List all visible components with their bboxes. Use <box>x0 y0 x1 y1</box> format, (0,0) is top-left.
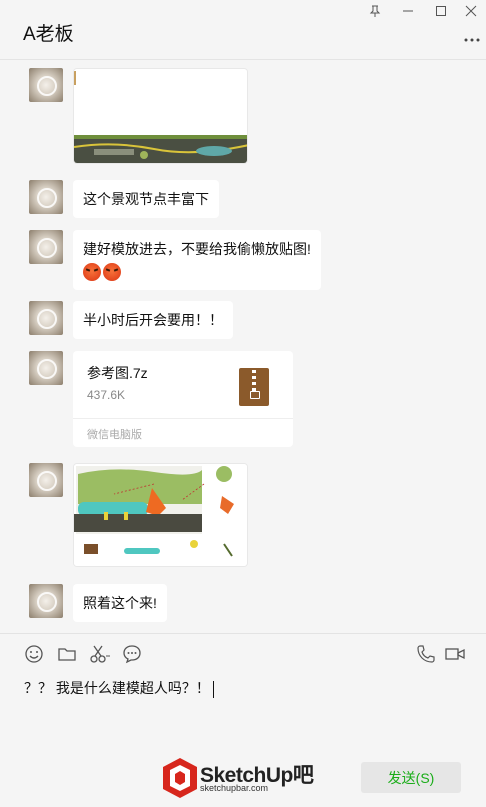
video-call-button[interactable] <box>444 644 466 664</box>
file-name: 参考图.7z <box>87 365 148 381</box>
text-message[interactable]: 建好模放进去，不要给我偷懒放贴图! <box>73 230 321 290</box>
video-icon <box>445 648 465 660</box>
message-input[interactable]: ？？ 我是什么建模超人吗？！ <box>24 678 214 698</box>
pin-icon <box>369 5 381 17</box>
text-caret <box>212 680 214 698</box>
avatar[interactable] <box>29 301 63 335</box>
message-text: 建好模放进去，不要给我偷懒放贴图! <box>83 241 311 257</box>
watermark: SketchUp吧 sketchupbar.com <box>162 755 330 801</box>
avatar[interactable] <box>29 351 63 385</box>
angry-face-icon <box>83 263 101 282</box>
emoji-icon <box>25 645 43 663</box>
emoji-row <box>83 260 311 282</box>
minimize-button[interactable] <box>397 2 419 20</box>
send-button[interactable]: 发送(S) <box>361 762 461 793</box>
screenshot-button[interactable] <box>89 644 111 664</box>
angry-face-icon <box>103 263 121 282</box>
avatar[interactable] <box>29 230 63 264</box>
file-size: 437.6K <box>87 388 126 402</box>
input-toolbar <box>0 633 486 673</box>
file-message[interactable]: 参考图.7z 437.6K 微信电脑版 <box>73 351 293 447</box>
zip-file-icon <box>239 368 269 406</box>
text-message[interactable]: 照着这个来! <box>73 584 167 622</box>
minimize-icon <box>403 10 413 12</box>
input-text: ？？ 我是什么建模超人吗？！ <box>24 680 210 696</box>
close-button[interactable] <box>460 2 482 20</box>
file-source: 微信电脑版 <box>87 429 142 441</box>
avatar[interactable] <box>29 463 63 497</box>
chat-title: A老板 <box>23 24 74 45</box>
image-message[interactable] <box>73 68 248 164</box>
chat-bubble-icon <box>123 645 141 664</box>
divider <box>73 418 293 419</box>
send-file-button[interactable] <box>57 644 79 664</box>
close-icon <box>465 5 477 17</box>
pin-button[interactable] <box>364 2 386 20</box>
avatar[interactable] <box>29 584 63 618</box>
emoji-button[interactable] <box>24 644 46 664</box>
image-message[interactable] <box>73 463 248 567</box>
text-message[interactable]: 半小时后开会要用！！ <box>73 301 233 339</box>
landscape-thumbnail <box>74 69 247 163</box>
sketchup-logo-icon <box>163 758 197 798</box>
scissors-icon <box>90 645 110 663</box>
avatar[interactable] <box>29 68 63 102</box>
more-icon <box>464 38 480 42</box>
chat-history-button[interactable] <box>122 644 144 664</box>
maximize-button[interactable] <box>430 2 452 20</box>
chat-history[interactable]: 这个景观节点丰富下 建好模放进去，不要给我偷懒放贴图! 半小时后开会要用！！ 参… <box>0 61 486 633</box>
watermark-url: sketchupbar.com <box>200 783 269 793</box>
text-message[interactable]: 这个景观节点丰富下 <box>73 180 219 218</box>
reference-thumbnail <box>74 464 247 566</box>
phone-icon <box>417 645 435 663</box>
maximize-icon <box>436 6 446 16</box>
avatar[interactable] <box>29 180 63 214</box>
folder-icon <box>58 648 76 661</box>
more-options-button[interactable] <box>464 30 480 48</box>
title-bar: A老板 <box>0 0 486 60</box>
voice-call-button[interactable] <box>416 644 438 664</box>
